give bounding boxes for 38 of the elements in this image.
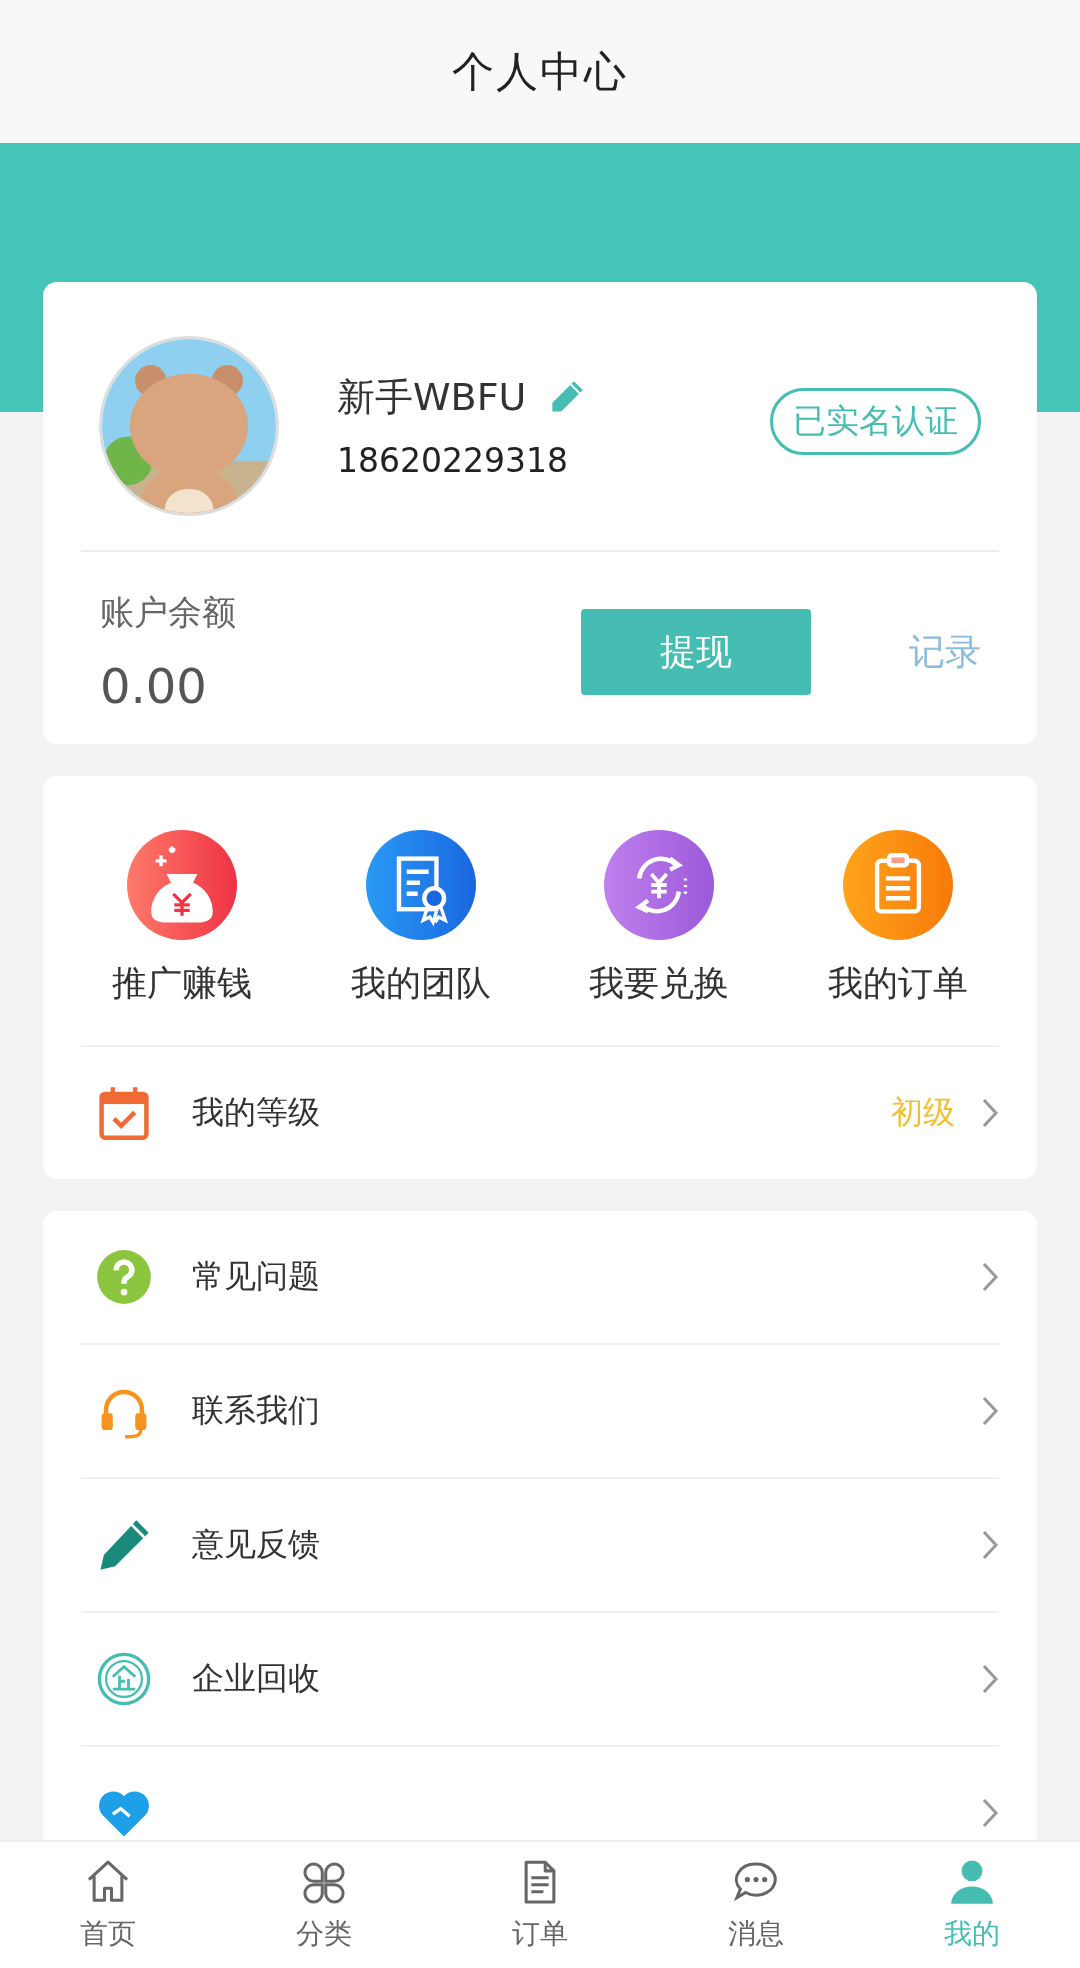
level-value: 初级 xyxy=(891,1092,955,1133)
phone-number: 18620229318 xyxy=(337,441,569,480)
chevron-icon xyxy=(981,1797,999,1829)
help-icon xyxy=(96,1249,152,1305)
menu-row[interactable]: 意见反馈 xyxy=(43,1479,1037,1611)
tab-item[interactable]: 分类 xyxy=(216,1842,432,1968)
row-label: 联系我们 xyxy=(192,1390,321,1431)
exchange-icon[interactable] xyxy=(604,830,715,940)
row-label: 常见问题 xyxy=(192,1256,321,1297)
shortcut-label[interactable]: 我的订单 xyxy=(827,960,968,1007)
row-label: 企业回收 xyxy=(192,1658,321,1699)
row-label: 意见反馈 xyxy=(192,1524,321,1565)
chevron-icon xyxy=(981,1097,999,1129)
page-title: 个人中心 xyxy=(452,45,628,98)
shortcut-label[interactable]: 我的团队 xyxy=(350,960,491,1007)
verified-badge: 已实名认证 xyxy=(770,387,981,455)
tab-item[interactable]: 订单 xyxy=(432,1842,648,1968)
row-label: 我的等级 xyxy=(192,1092,321,1133)
chevron-icon xyxy=(981,1395,999,1427)
menu-row[interactable]: 联系我们 xyxy=(43,1345,1037,1477)
level-row[interactable]: 我的等级 初级 xyxy=(43,1047,1037,1179)
team-icon[interactable] xyxy=(365,830,476,940)
tab-item[interactable]: 消息 xyxy=(648,1842,864,1968)
menu-row[interactable]: 常见问题 xyxy=(43,1211,1037,1343)
promote-icon[interactable] xyxy=(127,830,238,940)
chevron-icon xyxy=(981,1529,999,1561)
balance-amount: 0.00 xyxy=(100,658,208,714)
balance-label: 账户余额 xyxy=(100,591,237,634)
shortcut-label[interactable]: 我要兑换 xyxy=(589,960,730,1007)
menu-row[interactable]: 企业回收 xyxy=(43,1613,1037,1745)
tab-item[interactable]: 首页 xyxy=(0,1842,216,1968)
chevron-icon xyxy=(981,1261,999,1293)
chevron-icon xyxy=(981,1663,999,1695)
shortcut-label[interactable]: 推广赚钱 xyxy=(112,960,253,1007)
user-name: 新手WBFU xyxy=(337,374,527,421)
calendar-check-icon xyxy=(96,1085,152,1141)
orders-icon[interactable] xyxy=(842,830,953,940)
enterprise-icon xyxy=(96,1651,152,1707)
